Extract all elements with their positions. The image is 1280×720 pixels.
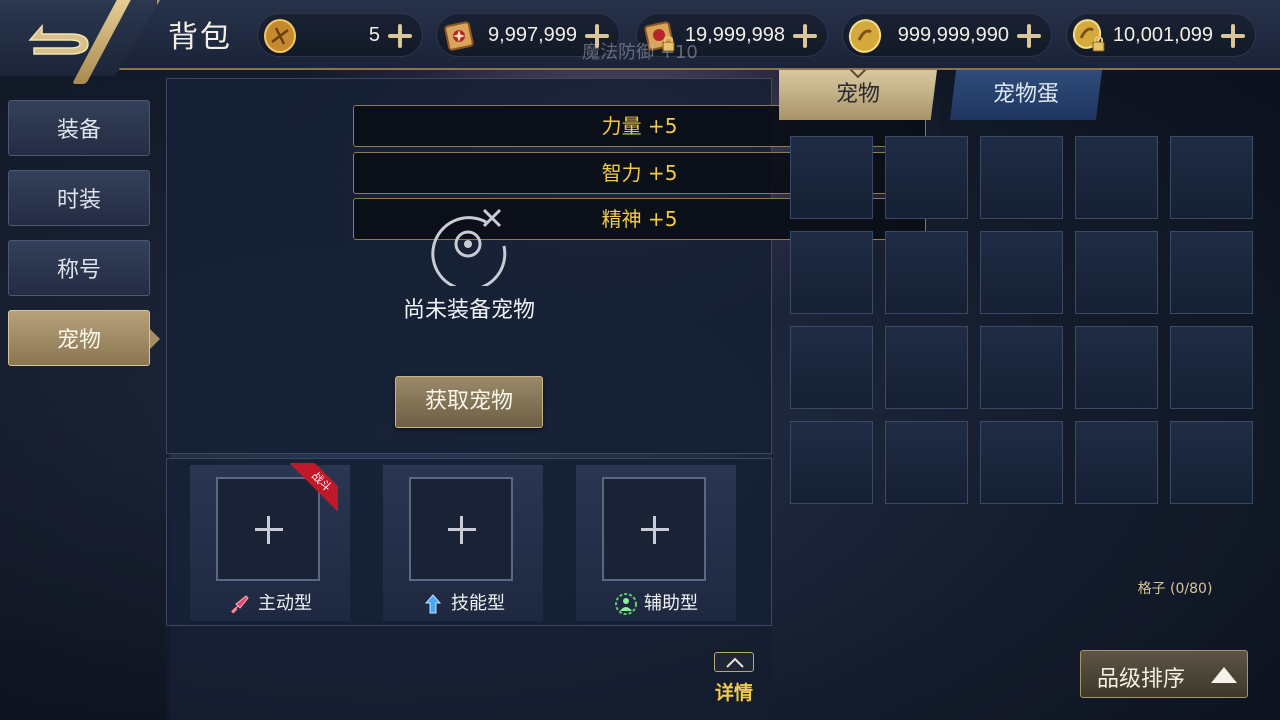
sort-by-quality-button[interactable]: 品级排序	[1080, 650, 1248, 698]
sidebar-item-equipment[interactable]: 装备	[8, 100, 150, 156]
inventory-slot[interactable]	[1170, 136, 1253, 219]
no-pet-equipped-text: 尚未装备宠物	[402, 298, 535, 323]
slot-label: 技能型	[383, 589, 543, 616]
inventory-slot[interactable]	[980, 136, 1063, 219]
currency-locked-gold: 10,001,099	[1066, 13, 1256, 57]
add-currency-button[interactable]	[1013, 18, 1045, 54]
back-arrow-icon	[28, 23, 89, 55]
pet-slot-active: 战斗 主动型	[190, 463, 350, 621]
inventory-slot[interactable]	[1075, 421, 1158, 504]
pet-slot-support: 辅助型	[576, 465, 736, 621]
inventory-slot[interactable]	[790, 231, 873, 314]
sidebar-item-title[interactable]: 称号	[8, 240, 150, 296]
faded-stat-text: 魔法防御 +10	[582, 42, 698, 63]
details-label: 详情	[714, 682, 753, 704]
sidebar-item-pet[interactable]: 宠物	[8, 310, 160, 366]
inventory-slot[interactable]	[980, 231, 1063, 314]
inventory-slot[interactable]	[885, 136, 968, 219]
add-pet-slot-button[interactable]	[602, 477, 706, 581]
inventory-slot[interactable]	[790, 326, 873, 409]
inventory-slot[interactable]	[790, 136, 873, 219]
add-currency-button[interactable]	[1217, 18, 1249, 54]
inventory-slot[interactable]	[980, 421, 1063, 504]
inventory-slot[interactable]	[1075, 136, 1158, 219]
inventory-slot[interactable]	[980, 326, 1063, 409]
slot-label: 主动型	[190, 589, 350, 616]
inventory-slot[interactable]	[1170, 326, 1253, 409]
lower-panel-bg	[166, 626, 772, 720]
bronze-coin-icon	[264, 19, 296, 53]
inventory-slot[interactable]	[885, 231, 968, 314]
inventory-slot[interactable]	[1075, 231, 1158, 314]
locked-gold-coin-icon	[1072, 19, 1105, 52]
tab-pets[interactable]: 宠物	[779, 70, 937, 120]
triangle-up-icon	[1211, 667, 1237, 683]
add-pet-slot-button[interactable]	[409, 477, 513, 581]
inventory-slot[interactable]	[885, 421, 968, 504]
page-title: 背包	[168, 20, 232, 55]
battle-badge: 战斗	[290, 463, 338, 511]
chevron-up-icon	[714, 652, 754, 672]
inventory-capacity: 格子 (0/80)	[1137, 581, 1213, 597]
inventory-grid	[790, 136, 1260, 508]
get-pet-button[interactable]: 获取宠物	[395, 376, 543, 428]
inventory-slot[interactable]	[1075, 326, 1158, 409]
inventory-slot[interactable]	[1170, 421, 1253, 504]
pet-slot-skill: 技能型	[383, 465, 543, 621]
inventory-slot[interactable]	[790, 421, 873, 504]
slot-label: 辅助型	[576, 589, 736, 616]
inventory-slot[interactable]	[885, 326, 968, 409]
currency-value: 10,001,099	[1112, 24, 1213, 46]
no-pet-target-icon	[431, 208, 507, 286]
back-button[interactable]	[24, 14, 96, 60]
skill-arrow-icon	[424, 594, 442, 614]
support-person-icon	[615, 593, 637, 615]
sidebar-item-fashion[interactable]: 时装	[8, 170, 150, 226]
details-toggle-button[interactable]: 详情	[706, 652, 762, 704]
sword-icon	[231, 595, 249, 614]
tab-pet-eggs[interactable]: 宠物蛋	[950, 70, 1102, 120]
inventory-slot[interactable]	[1170, 231, 1253, 314]
